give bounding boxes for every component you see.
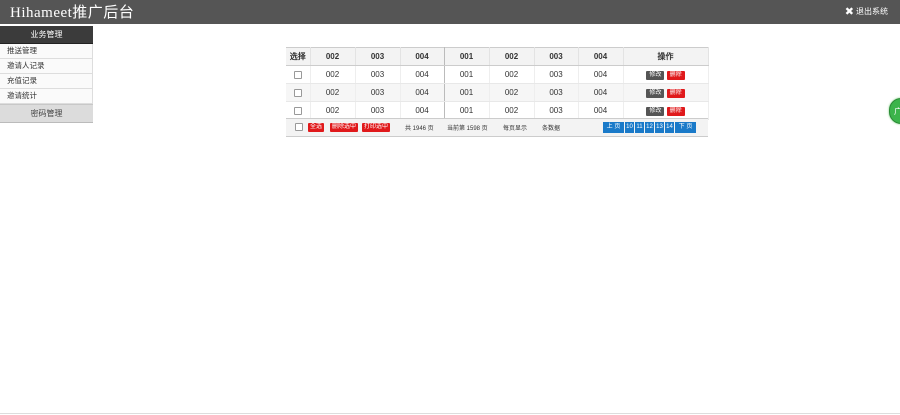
table-cell: 001 [444, 101, 490, 120]
table-cell: 002 [310, 65, 356, 84]
table-cell: 004 [578, 83, 624, 102]
sidebar-item-invite-stats[interactable]: 邀请统计 [0, 89, 93, 104]
divider [0, 413, 900, 414]
current-page-text: 当前第 1598 页 [447, 126, 488, 132]
select-all-checkbox[interactable] [295, 123, 303, 131]
column-header: 001 [444, 47, 490, 66]
table-cell: 002 [489, 83, 535, 102]
prev-page-button[interactable]: 上 页 [603, 122, 624, 133]
column-header: 操作 [623, 47, 709, 66]
print-selected-button[interactable]: 打印选中 [362, 123, 391, 132]
delete-selected-button[interactable]: 删除选中 [330, 123, 359, 132]
table-cell: 002 [489, 65, 535, 84]
row-actions: 修改 删除 [623, 65, 709, 84]
row-actions: 修改 删除 [623, 101, 709, 120]
table-cell: 003 [534, 101, 579, 120]
table-row: 002 003 004 001 002 003 004 修改 删除 [286, 83, 709, 102]
app-title: Hihameet推广后台 [10, 5, 135, 21]
top-bar: Hihameet推广后台 ✖ 退出系统 [0, 0, 900, 24]
sidebar-item-recharge-records[interactable]: 充值记录 [0, 74, 93, 89]
per-page-unit: 条数据 [542, 126, 561, 132]
sidebar-section-business[interactable]: 业务管理 [0, 26, 93, 44]
column-header: 003 [355, 47, 401, 66]
per-page-label: 每页显示 [503, 126, 528, 132]
table-cell: 001 [444, 65, 490, 84]
table-cell: 004 [400, 65, 445, 84]
edit-button[interactable]: 修改 [646, 89, 665, 98]
data-table: 选择 002 003 004 001 002 003 004 操作 002 00… [286, 47, 709, 120]
table-cell: 004 [578, 101, 624, 120]
select-all-button[interactable]: 全选 [308, 123, 325, 132]
delete-button[interactable]: 删除 [666, 107, 685, 116]
row-checkbox[interactable] [293, 70, 302, 79]
page-number-button[interactable]: 10 [625, 122, 634, 133]
pagination: 上 页 10 11 12 13 14 下 页 [603, 122, 696, 133]
logout-button[interactable]: ✖ 退出系统 [845, 6, 888, 17]
delete-button[interactable]: 删除 [666, 71, 685, 80]
table-footer: 全选 删除选中 打印选中 共 1946 页 当前第 1598 页 每页显示 条数… [286, 118, 708, 137]
table-cell: 001 [444, 83, 490, 102]
edit-button[interactable]: 修改 [646, 107, 665, 116]
column-header: 002 [489, 47, 535, 66]
page-number-button[interactable]: 13 [655, 122, 664, 133]
row-checkbox[interactable] [293, 88, 302, 97]
sidebar-section-password[interactable]: 密码管理 [0, 104, 93, 123]
column-header: 选择 [286, 47, 311, 66]
page-number-button[interactable]: 12 [645, 122, 654, 133]
row-checkbox[interactable] [293, 106, 302, 115]
sidebar-item-inviter-records[interactable]: 邀请人记录 [0, 59, 93, 74]
table-cell: 003 [355, 83, 401, 102]
total-pages-text: 共 1946 页 [405, 126, 434, 132]
logout-label: 退出系统 [856, 7, 888, 16]
table-cell: 004 [400, 83, 445, 102]
page-number-button[interactable]: 14 [665, 122, 674, 133]
table-cell: 003 [534, 83, 579, 102]
edit-button[interactable]: 修改 [646, 71, 665, 80]
next-page-button[interactable]: 下 页 [675, 122, 696, 133]
table-cell: 002 [489, 101, 535, 120]
table-cell: 002 [310, 101, 356, 120]
table-cell: 003 [355, 101, 401, 120]
table-header-row: 选择 002 003 004 001 002 003 004 操作 [286, 47, 709, 66]
column-header: 002 [310, 47, 356, 66]
table-cell: 002 [310, 83, 356, 102]
table-cell: 003 [534, 65, 579, 84]
row-actions: 修改 删除 [623, 83, 709, 102]
table-row: 002 003 004 001 002 003 004 修改 删除 [286, 101, 709, 120]
table-cell: 004 [578, 65, 624, 84]
page-number-button[interactable]: 11 [635, 122, 644, 133]
floating-action-button[interactable]: 广 [889, 98, 900, 124]
sidebar-item-push[interactable]: 推送管理 [0, 44, 93, 59]
close-icon: ✖ [844, 5, 854, 18]
table-cell: 004 [400, 101, 445, 120]
data-table-panel: 选择 002 003 004 001 002 003 004 操作 002 00… [286, 47, 709, 137]
table-cell: 003 [355, 65, 401, 84]
column-header: 003 [534, 47, 579, 66]
column-header: 004 [400, 47, 445, 66]
delete-button[interactable]: 删除 [666, 89, 685, 98]
table-row: 002 003 004 001 002 003 004 修改 删除 [286, 65, 709, 84]
sidebar: 业务管理 推送管理 邀请人记录 充值记录 邀请统计 密码管理 [0, 26, 93, 123]
column-header: 004 [578, 47, 624, 66]
